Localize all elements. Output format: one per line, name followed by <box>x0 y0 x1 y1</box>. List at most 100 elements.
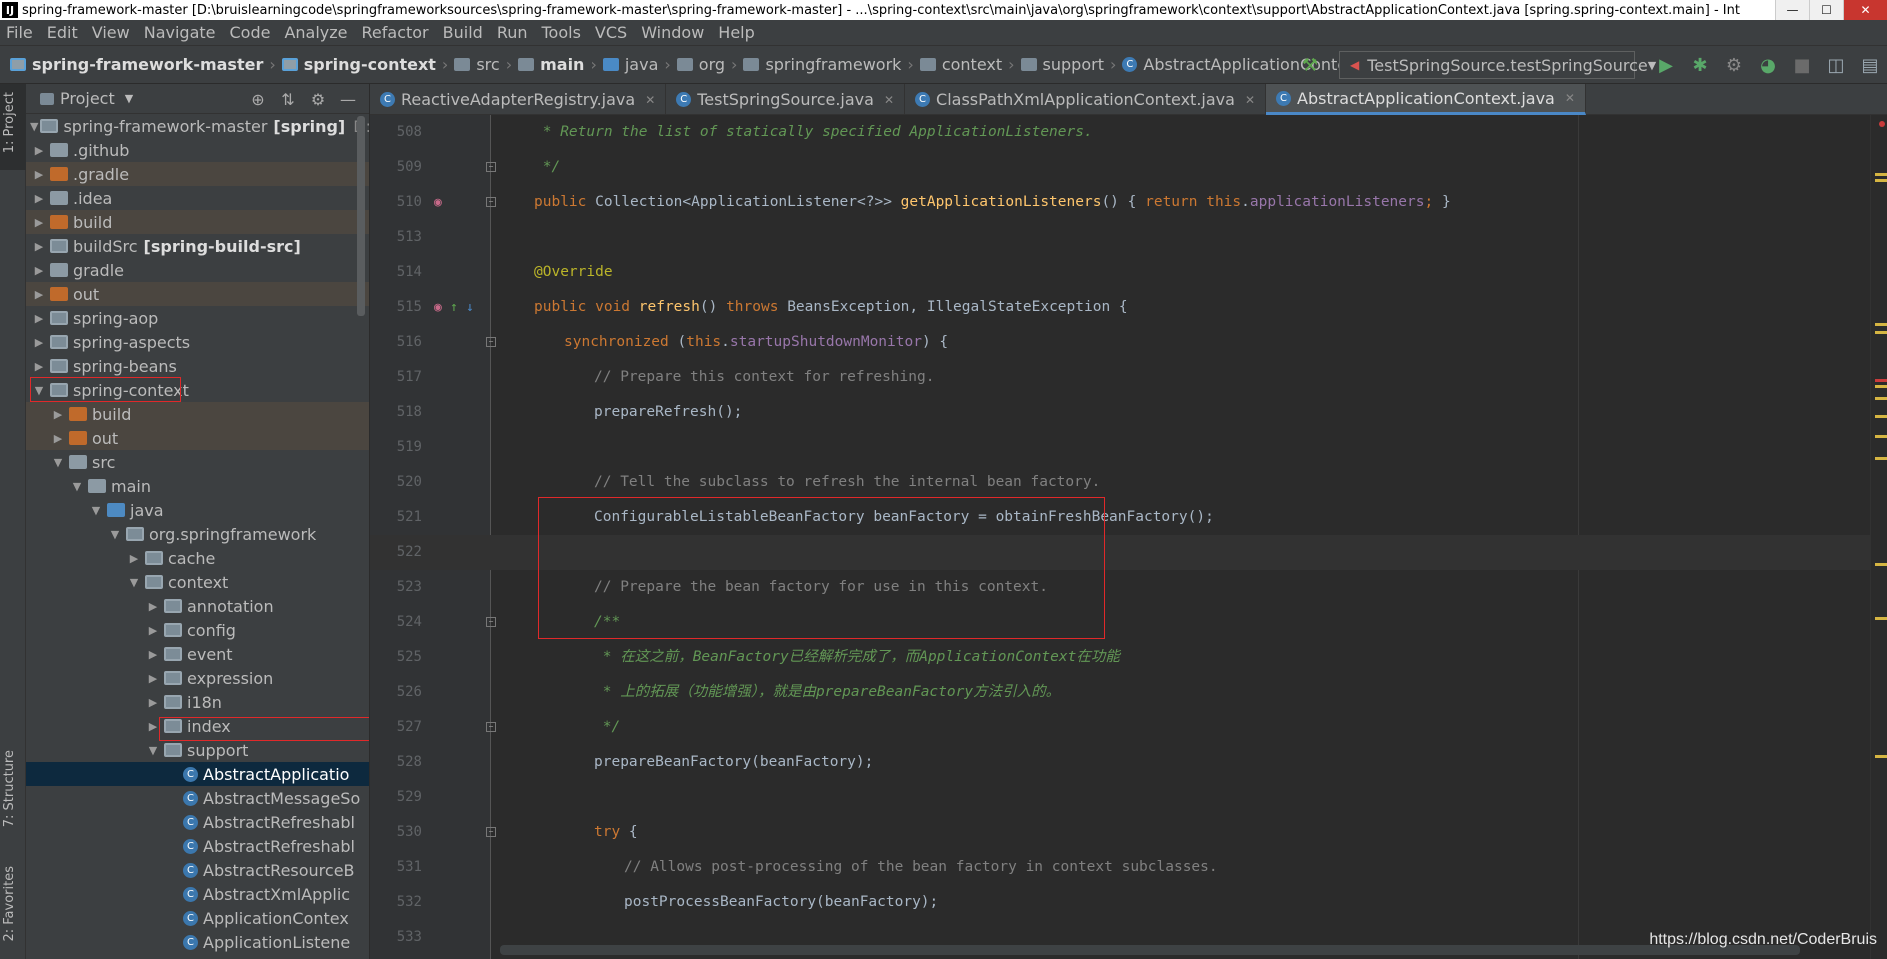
tree-class-item[interactable]: C AbstractResourceB <box>26 858 369 882</box>
tree-folder-item[interactable]: ▶ buildSrc [spring-build-src] <box>26 234 369 258</box>
close-icon[interactable]: ✕ <box>1565 91 1575 105</box>
collapse-arrow-icon[interactable]: ▶ <box>30 264 48 277</box>
favorites-tool-tab[interactable]: 2: Favorites <box>2 866 17 942</box>
tree-folder-item[interactable]: ▶ out <box>26 282 369 306</box>
code-line[interactable]: 530 try {− <box>370 815 1870 850</box>
stripe-mark[interactable] <box>1875 379 1887 382</box>
layout-icon[interactable]: ▤ <box>1853 50 1887 80</box>
profile-icon[interactable]: ◕ <box>1751 50 1785 80</box>
editor-tab[interactable]: C ClassPathXmlApplicationContext.java ✕ <box>905 84 1266 115</box>
stripe-mark[interactable] <box>1875 179 1887 182</box>
run-configuration-select[interactable]: ◀ TestSpringSource.testSpringSource ▼ <box>1339 51 1656 79</box>
tree-folder-item[interactable]: ▼ spring-context <box>26 378 369 402</box>
expand-arrow-icon[interactable]: ▼ <box>125 576 143 589</box>
menu-item-file[interactable]: File <box>6 23 33 42</box>
collapse-arrow-icon[interactable]: ▶ <box>144 624 162 637</box>
project-tool-tab[interactable]: 1: Project <box>2 92 17 153</box>
fold-toggle-icon[interactable]: − <box>486 827 496 837</box>
fold-toggle-icon[interactable]: − <box>486 162 496 172</box>
code-line[interactable]: 521 ConfigurableListableBeanFactory beanF… <box>370 500 1870 535</box>
horizontal-scrollbar[interactable] <box>500 945 1800 955</box>
menu-item-help[interactable]: Help <box>718 23 754 42</box>
stripe-mark[interactable] <box>1875 457 1887 460</box>
line-number[interactable]: 513 <box>382 220 422 255</box>
debug-icon[interactable]: ✱ <box>1683 50 1717 80</box>
expand-arrow-icon[interactable]: ▼ <box>87 504 105 517</box>
line-number[interactable]: 526 <box>382 675 422 710</box>
expand-arrow-icon[interactable]: ▼ <box>30 384 48 397</box>
line-number[interactable]: 524 <box>382 605 422 640</box>
line-number[interactable]: 529 <box>382 780 422 815</box>
tree-folder-item[interactable]: ▼ java <box>26 498 369 522</box>
minimize-button[interactable]: — <box>1775 0 1809 20</box>
code-editor[interactable]: 508 * Return the list of statically spec… <box>370 115 1870 959</box>
menu-item-window[interactable]: Window <box>641 23 704 42</box>
collapse-arrow-icon[interactable]: ▶ <box>30 336 48 349</box>
tree-scrollbar[interactable] <box>357 116 365 316</box>
tree-folder-item[interactable]: ▶ event <box>26 642 369 666</box>
tree-class-item[interactable]: C AbstractRefreshabl <box>26 834 369 858</box>
tree-folder-item[interactable]: ▼ support <box>26 738 369 762</box>
tree-class-item[interactable]: C ApplicationListene <box>26 930 369 954</box>
stripe-mark[interactable] <box>1875 323 1887 326</box>
collapse-arrow-icon[interactable]: ▶ <box>144 720 162 733</box>
menu-item-vcs[interactable]: VCS <box>595 23 627 42</box>
tree-folder-item[interactable]: ▼ main <box>26 474 369 498</box>
tree-folder-item[interactable]: ▼ org.springframework <box>26 522 369 546</box>
tree-folder-item[interactable]: ▶ .github <box>26 138 369 162</box>
tree-folder-item[interactable]: ▶ gradle <box>26 258 369 282</box>
line-number[interactable]: 516 <box>382 325 422 360</box>
fold-toggle-icon[interactable]: − <box>486 722 496 732</box>
build-hammer-icon[interactable]: ⚒ <box>1293 50 1327 80</box>
breadcrumb-item[interactable]: spring-framework-master › <box>10 55 282 74</box>
tree-folder-item[interactable]: ▶ spring-aspects <box>26 330 369 354</box>
expand-arrow-icon[interactable]: ▼ <box>68 480 86 493</box>
tree-folder-item[interactable]: ▶ expression <box>26 666 369 690</box>
menu-item-edit[interactable]: Edit <box>47 23 78 42</box>
stop-icon[interactable]: ■ <box>1785 50 1819 80</box>
structure-tool-tab[interactable]: 7: Structure <box>2 750 17 827</box>
menu-item-code[interactable]: Code <box>230 23 271 42</box>
tree-class-item[interactable]: C AbstractMessageSo <box>26 786 369 810</box>
code-line[interactable]: 509 */ − <box>370 150 1870 185</box>
tree-folder-item[interactable]: ▼ src <box>26 450 369 474</box>
hide-icon[interactable]: — <box>333 90 363 109</box>
collapse-arrow-icon[interactable]: ▶ <box>144 672 162 685</box>
tree-folder-item[interactable]: ▶ .gradle <box>26 162 369 186</box>
close-icon[interactable]: ✕ <box>645 93 655 107</box>
breadcrumb-item[interactable]: context › <box>919 55 1021 74</box>
breadcrumb-item[interactable]: springframework › <box>743 55 919 74</box>
collapse-arrow-icon[interactable]: ▶ <box>144 600 162 613</box>
tree-class-item[interactable]: C AbstractApplicatio <box>26 762 369 786</box>
code-line[interactable]: 510 public Collection<ApplicationListener… <box>370 185 1870 220</box>
line-number[interactable]: 519 <box>382 430 422 465</box>
expand-arrow-icon[interactable]: ▼ <box>144 744 162 757</box>
tree-folder-item[interactable]: ▶ i18n <box>26 690 369 714</box>
breadcrumb-item[interactable]: org › <box>676 55 744 74</box>
collapse-arrow-icon[interactable]: ▶ <box>30 168 48 181</box>
line-number[interactable]: 533 <box>382 920 422 955</box>
collapse-all-icon[interactable]: ⇅ <box>273 90 303 109</box>
line-number[interactable]: 515 <box>382 290 422 325</box>
fold-toggle-icon[interactable]: − <box>486 617 496 627</box>
tree-folder-item[interactable]: ▶ index <box>26 714 369 738</box>
tree-class-item[interactable]: C ApplicationContex <box>26 906 369 930</box>
line-number[interactable]: 527 <box>382 710 422 745</box>
collapse-arrow-icon[interactable]: ▶ <box>30 240 48 253</box>
stripe-mark[interactable] <box>1875 415 1887 418</box>
line-number[interactable]: 528 <box>382 745 422 780</box>
breadcrumb-item[interactable]: java › <box>602 55 677 74</box>
code-line[interactable]: 529 <box>370 780 1870 815</box>
coverage-icon[interactable]: ⚙ <box>1717 50 1751 80</box>
tree-class-item[interactable]: C AbstractRefreshabl <box>26 810 369 834</box>
stripe-mark[interactable] <box>1875 397 1887 400</box>
tree-folder-item[interactable]: ▶ cache <box>26 546 369 570</box>
chevron-down-icon[interactable]: ▼ <box>125 92 133 105</box>
breadcrumb-item[interactable]: main › <box>518 55 603 74</box>
line-number[interactable]: 523 <box>382 570 422 605</box>
code-line[interactable]: 532 postProcessBeanFactory(beanFactory); <box>370 885 1870 920</box>
line-number[interactable]: 530 <box>382 815 422 850</box>
collapse-arrow-icon[interactable]: ▶ <box>49 432 67 445</box>
line-number[interactable]: 509 <box>382 150 422 185</box>
editor-tab[interactable]: C TestSpringSource.java ✕ <box>666 84 906 115</box>
